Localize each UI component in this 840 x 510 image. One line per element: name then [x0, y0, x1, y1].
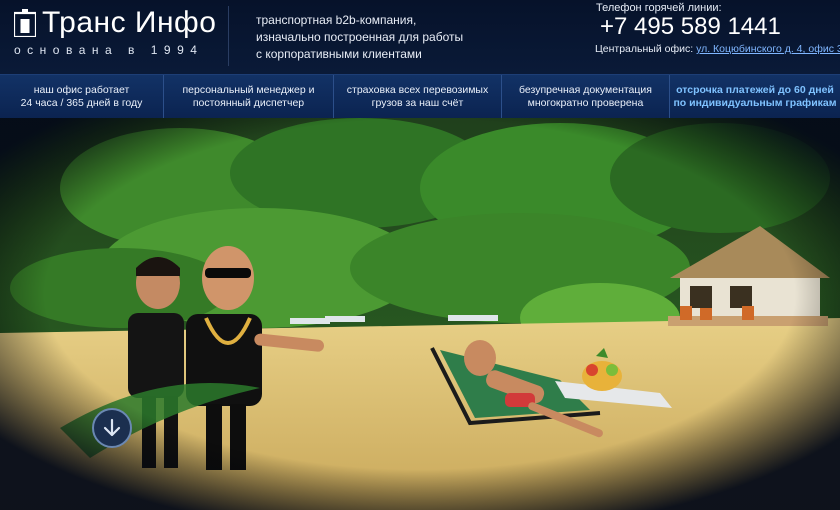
- hero-scene: [0, 118, 840, 510]
- features-bar: наш офис работает 24 часа / 365 дней в го…: [0, 74, 840, 119]
- feature-line: грузов за наш счёт: [371, 97, 464, 109]
- feature-payment-deferral: отсрочка платежей до 60 дней по индивидуа…: [670, 75, 840, 119]
- tagline-line-3: с корпоративными клиентами: [256, 47, 422, 61]
- company-tagline: транспортная b2b-компания, изначально по…: [256, 12, 486, 63]
- office-address-link[interactable]: ул. Коцюбинского д. 4, офис 3-4: [696, 43, 840, 55]
- feature-office-hours: наш офис работает 24 часа / 365 дней в го…: [0, 75, 164, 119]
- page: Транс Инфо основана в 1994 транспортная …: [0, 0, 840, 510]
- feature-personal-manager: персональный менеджер и постоянный диспет…: [164, 75, 334, 119]
- feature-documentation: безупречная документация многократно пров…: [502, 75, 670, 119]
- feature-line: страховка всех перевозимых: [346, 84, 489, 96]
- feature-line: многократно проверена: [527, 97, 644, 109]
- feature-line: наш офис работает: [33, 84, 130, 96]
- logo-subtitle: основана в 1994: [14, 43, 204, 57]
- site-header: Транс Инфо основана в 1994 транспортная …: [0, 0, 840, 74]
- feature-line: 24 часа / 365 дней в году: [20, 97, 143, 109]
- office-label: Центральный офис:: [595, 43, 694, 55]
- logo-title[interactable]: Транс Инфо: [42, 6, 216, 40]
- arrow-down-icon: [103, 418, 121, 437]
- tagline-line-2: изначально построенная для работы: [256, 30, 464, 44]
- feature-line: персональный менеджер и: [182, 84, 315, 96]
- feature-line: безупречная документация: [519, 84, 652, 96]
- feature-line: постоянный диспетчер: [192, 97, 305, 109]
- scroll-down-button[interactable]: [92, 408, 132, 448]
- beach-scene-illustration: [0, 118, 840, 510]
- feature-line: отсрочка платежей до 60 дней: [676, 84, 834, 96]
- header-divider: [228, 6, 229, 66]
- feature-insurance: страховка всех перевозимых грузов за наш …: [334, 75, 502, 119]
- logo-icon: [14, 9, 36, 37]
- office-address: Центральный офис: ул. Коцюбинского д. 4,…: [595, 43, 840, 55]
- tagline-line-1: транспортная b2b-компания,: [256, 13, 417, 27]
- feature-line: по индивидуальным графикам: [673, 97, 837, 109]
- hotline-phone[interactable]: +7 495 589 1441: [600, 13, 781, 41]
